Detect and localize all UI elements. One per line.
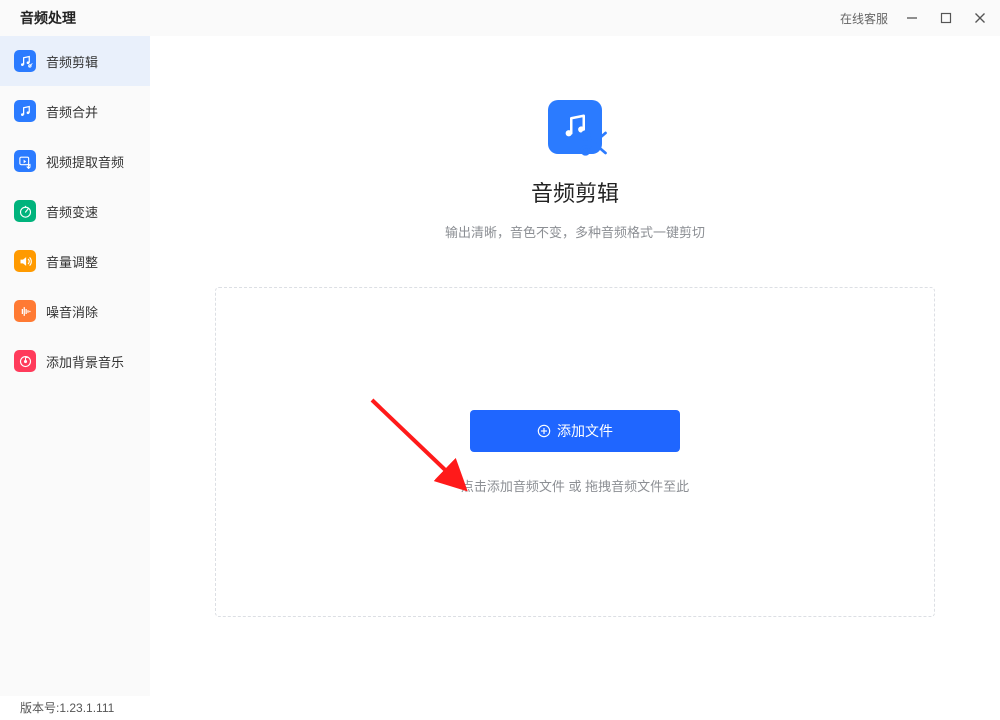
app-title: 音频处理 [20,8,76,28]
add-file-button[interactable]: 添加文件 [470,410,680,452]
close-button[interactable] [970,8,990,28]
page-subtitle: 输出清晰，音色不变，多种音频格式一键剪切 [445,222,705,241]
minimize-button[interactable] [902,8,922,28]
sidebar-item-1[interactable]: 音频合并 [0,86,150,136]
sidebar-item-4[interactable]: 音量调整 [0,236,150,286]
sidebar-item-label: 音频合并 [46,102,98,121]
online-support-link[interactable]: 在线客服 [840,10,888,27]
sidebar-item-2[interactable]: 视频提取音频 [0,136,150,186]
sidebar-item-label: 音量调整 [46,252,98,271]
scissors-icon [578,128,608,158]
close-icon [974,12,986,24]
title-right-group: 在线客服 [840,8,990,28]
sidebar-item-label: 添加背景音乐 [46,352,124,371]
sidebar: 音频剪辑音频合并视频提取音频音频变速音量调整噪音消除添加背景音乐 [0,36,150,696]
volume-icon [14,250,36,272]
sidebar-item-label: 音频变速 [46,202,98,221]
music-cut-icon [14,50,36,72]
titlebar: 音频处理 在线客服 [0,0,1000,36]
maximize-icon [940,12,952,24]
add-file-label: 添加文件 [557,421,613,441]
sidebar-item-label: 噪音消除 [46,302,98,321]
sidebar-item-label: 视频提取音频 [46,152,124,171]
main-content: 音频剪辑 输出清晰，音色不变，多种音频格式一键剪切 添加文件 [150,36,1000,696]
bgm-icon [14,350,36,372]
music-merge-icon [14,100,36,122]
sidebar-item-0[interactable]: 音频剪辑 [0,36,150,86]
sidebar-item-label: 音频剪辑 [46,52,98,71]
version-label: 版本号:1.23.1.111 [20,699,114,716]
sidebar-item-5[interactable]: 噪音消除 [0,286,150,336]
maximize-button[interactable] [936,8,956,28]
annotation-arrow-icon [366,396,476,496]
file-dropzone[interactable]: 添加文件 点击添加音频文件 或 拖拽音频文件至此 [215,287,935,617]
plus-circle-icon [537,424,551,438]
video-extract-icon [14,150,36,172]
hero-section: 音频剪辑 输出清晰，音色不变，多种音频格式一键剪切 [445,100,705,241]
hero-music-cut-icon [548,100,602,154]
sidebar-item-6[interactable]: 添加背景音乐 [0,336,150,386]
minimize-icon [906,12,918,24]
speed-icon [14,200,36,222]
page-title: 音频剪辑 [531,176,619,208]
dropzone-hint: 点击添加音频文件 或 拖拽音频文件至此 [461,476,689,495]
sidebar-item-3[interactable]: 音频变速 [0,186,150,236]
noise-icon [14,300,36,322]
